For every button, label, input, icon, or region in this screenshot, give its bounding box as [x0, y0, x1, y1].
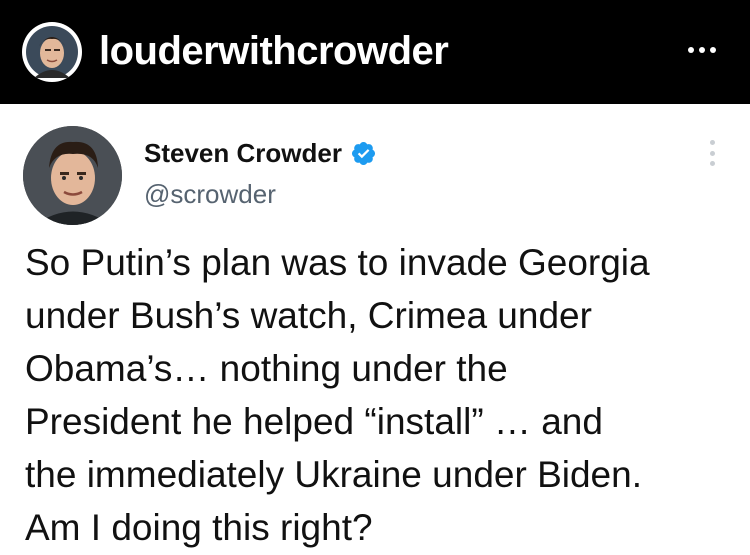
tweet-text-line: under Bush’s watch, Crimea under [25, 295, 592, 336]
tweet-text-line: the immediately Ukraine under Biden. [25, 454, 642, 495]
tweet-author-avatar[interactable] [23, 126, 122, 225]
instagram-username[interactable]: louderwithcrowder [99, 26, 449, 76]
dot [709, 150, 715, 156]
tweet-text-line: Am I doing this right? [25, 507, 373, 548]
tweet-text: So Putin’s plan was to invade Georgia un… [25, 236, 740, 554]
tweet-text-line: President he helped “install” … and [25, 401, 603, 442]
profile-avatar[interactable] [22, 22, 82, 82]
tweet-more-icon[interactable] [706, 140, 718, 166]
tweet-card: Steven Crowder @scrowder So Putin’s plan… [0, 104, 750, 555]
instagram-header: louderwithcrowder [0, 0, 750, 104]
tweet-text-line: So Putin’s plan was to invade Georgia [25, 242, 650, 283]
dot [709, 161, 715, 166]
more-options-icon[interactable] [682, 38, 722, 62]
avatar-photo-icon [26, 26, 78, 78]
tweet-author-handle[interactable]: @scrowder [144, 179, 276, 210]
dot [709, 140, 715, 145]
dot [688, 47, 694, 53]
dot [699, 47, 705, 53]
tweet-author-name[interactable]: Steven Crowder [144, 138, 342, 169]
verified-badge-icon [351, 141, 375, 165]
author-photo-icon [23, 126, 122, 225]
tweet-author-row: Steven Crowder [144, 136, 377, 170]
dot [710, 47, 716, 53]
tweet-text-line: Obama’s… nothing under the [25, 348, 508, 389]
